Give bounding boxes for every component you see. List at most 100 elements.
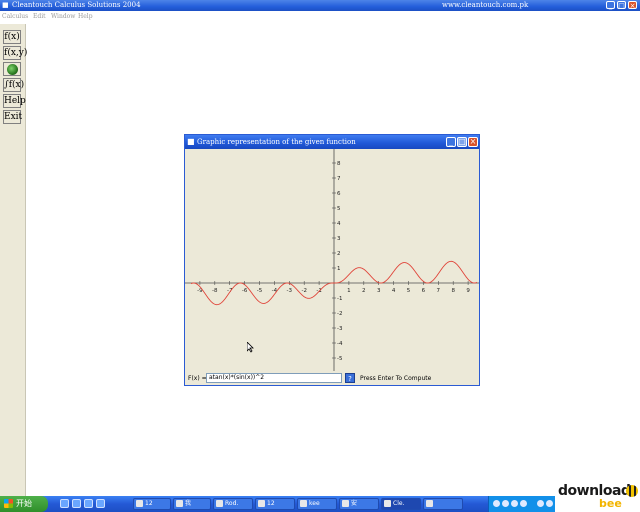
x-tick-label: 9 xyxy=(466,288,470,294)
app-icon xyxy=(426,500,433,507)
maximize-button[interactable]: □ xyxy=(617,1,626,10)
plot-background xyxy=(185,149,479,371)
x-tick-label: -8 xyxy=(212,288,218,294)
y-tick-label: 7 xyxy=(337,176,341,182)
app-icon xyxy=(176,500,183,507)
integral-tool-button[interactable]: ∫f(x) xyxy=(3,78,24,92)
y-tick-label: -3 xyxy=(337,326,343,332)
tray-icon[interactable] xyxy=(502,500,509,507)
taskbar-item[interactable]: kee xyxy=(297,498,337,510)
x-tick-label: -3 xyxy=(287,288,293,294)
graph-tool-button[interactable] xyxy=(3,62,21,76)
taskbar: 开始 12 我 Rod. 12 kee 安 Cle. xyxy=(0,496,640,512)
graph-window-title: Graphic representation of the given func… xyxy=(197,138,356,146)
function-input[interactable]: atan(x)*(sin(x))^2 xyxy=(206,373,342,383)
y-tick-label: 8 xyxy=(337,161,341,167)
x-tick-label: 7 xyxy=(437,288,441,294)
graph-maximize-button[interactable]: □ xyxy=(457,137,467,147)
app-icon: ■ xyxy=(2,1,9,9)
taskbar-item[interactable]: 安 xyxy=(339,498,379,510)
y-tick-label: 2 xyxy=(337,251,341,257)
graph-minimize-button[interactable]: _ xyxy=(446,137,456,147)
tray-icon[interactable] xyxy=(537,500,544,507)
taskbar-item[interactable]: 我 xyxy=(173,498,211,510)
graph-window: ■ Graphic representation of the given fu… xyxy=(184,134,480,386)
tool-sidebar: f(x) f(x,y) ∫f(x) Help Exit xyxy=(0,24,27,496)
app-title: Cleantouch Calculus Solutions 2004 xyxy=(12,1,141,9)
x-tick-label: -5 xyxy=(257,288,263,294)
tray-icon[interactable] xyxy=(546,500,553,507)
taskbar-item[interactable]: 12 xyxy=(255,498,295,510)
taskbar-item-label: 我 xyxy=(185,500,192,507)
x-tick-label: -2 xyxy=(301,288,306,294)
quicklaunch-explorer-icon[interactable] xyxy=(96,499,105,508)
mouse-cursor-icon xyxy=(247,342,254,353)
y-tick-label: 1 xyxy=(337,266,341,272)
app-icon xyxy=(384,500,391,507)
x-tick-label: 2 xyxy=(362,288,366,294)
menu-window[interactable]: Window xyxy=(51,11,75,22)
y-tick-label: -1 xyxy=(337,296,342,302)
start-button[interactable]: 开始 xyxy=(0,496,48,512)
globe-icon xyxy=(7,64,18,75)
y-tick-label: 5 xyxy=(337,206,341,212)
quicklaunch-ie-icon[interactable] xyxy=(60,499,69,508)
close-button[interactable]: × xyxy=(628,1,637,10)
x-tick-label: 4 xyxy=(392,288,396,294)
taskbar-item-label: Cle. xyxy=(393,500,405,507)
bee-icon xyxy=(626,485,638,497)
taskbar-item-label: 12 xyxy=(145,500,153,507)
fx-label: F(x) = xyxy=(188,375,207,382)
x-tick-label: 1 xyxy=(347,288,351,294)
system-tray xyxy=(488,496,559,512)
x-tick-label: 8 xyxy=(451,288,455,294)
graph-window-titlebar: ■ Graphic representation of the given fu… xyxy=(185,135,479,149)
app-url: www.cleantouch.com.pk xyxy=(442,1,529,9)
menu-help[interactable]: Help xyxy=(78,11,93,22)
app-icon xyxy=(300,500,307,507)
downloadbee-watermark: download bee xyxy=(555,480,640,512)
tray-icon[interactable] xyxy=(511,500,518,507)
taskbar-item-label: kee xyxy=(309,500,320,507)
taskbar-item[interactable]: Rod. xyxy=(213,498,253,510)
y-tick-label: 6 xyxy=(337,191,341,197)
windows-logo-icon xyxy=(4,499,13,508)
app-icon xyxy=(136,500,143,507)
app-titlebar: ■ Cleantouch Calculus Solutions 2004 www… xyxy=(0,0,640,11)
function-help-button[interactable]: ? xyxy=(345,373,355,383)
fxy-tool-button[interactable]: f(x,y) xyxy=(3,46,27,60)
taskbar-item-active[interactable]: Cle. xyxy=(381,498,421,510)
help-tool-button[interactable]: Help xyxy=(3,94,26,108)
watermark-text-bee: bee xyxy=(599,497,622,510)
fx-tool-button[interactable]: f(x) xyxy=(3,30,21,44)
function-plot: -9 -8 -7 -6 -5 -4 -3 -2 -1 1 2 3 4 5 6 7 8 9-5-4-3-2-1123… xyxy=(185,149,479,371)
x-tick-label: 5 xyxy=(407,288,411,294)
minimize-button[interactable]: _ xyxy=(606,1,615,10)
app-icon xyxy=(342,500,349,507)
taskbar-item[interactable]: 12 xyxy=(133,498,171,510)
quicklaunch-desktop-icon[interactable] xyxy=(72,499,81,508)
x-tick-label: 3 xyxy=(377,288,381,294)
y-tick-label: 4 xyxy=(337,221,341,227)
y-tick-label: -5 xyxy=(337,356,343,362)
x-tick-label: 6 xyxy=(422,288,426,294)
exit-tool-button[interactable]: Exit xyxy=(3,110,22,124)
app-icon xyxy=(258,500,265,507)
y-tick-label: -2 xyxy=(337,311,342,317)
start-label: 开始 xyxy=(16,499,32,508)
compute-hint: Press Enter To Compute xyxy=(360,375,432,382)
tray-icon[interactable] xyxy=(493,500,500,507)
y-tick-label: -4 xyxy=(337,341,343,347)
graph-close-button[interactable]: × xyxy=(468,137,478,147)
y-tick-label: 3 xyxy=(337,236,341,242)
taskbar-item-label: 12 xyxy=(267,500,275,507)
app-icon xyxy=(216,500,223,507)
taskbar-item[interactable] xyxy=(423,498,463,510)
menu-calculus[interactable]: Calculus xyxy=(2,11,28,22)
menu-edit[interactable]: Edit xyxy=(33,11,46,22)
menu-bar: Calculus Edit Window Help xyxy=(0,11,640,22)
taskbar-item-label: 安 xyxy=(351,500,358,507)
graph-window-icon: ■ xyxy=(187,137,195,146)
tray-icon[interactable] xyxy=(520,500,527,507)
quicklaunch-media-icon[interactable] xyxy=(84,499,93,508)
